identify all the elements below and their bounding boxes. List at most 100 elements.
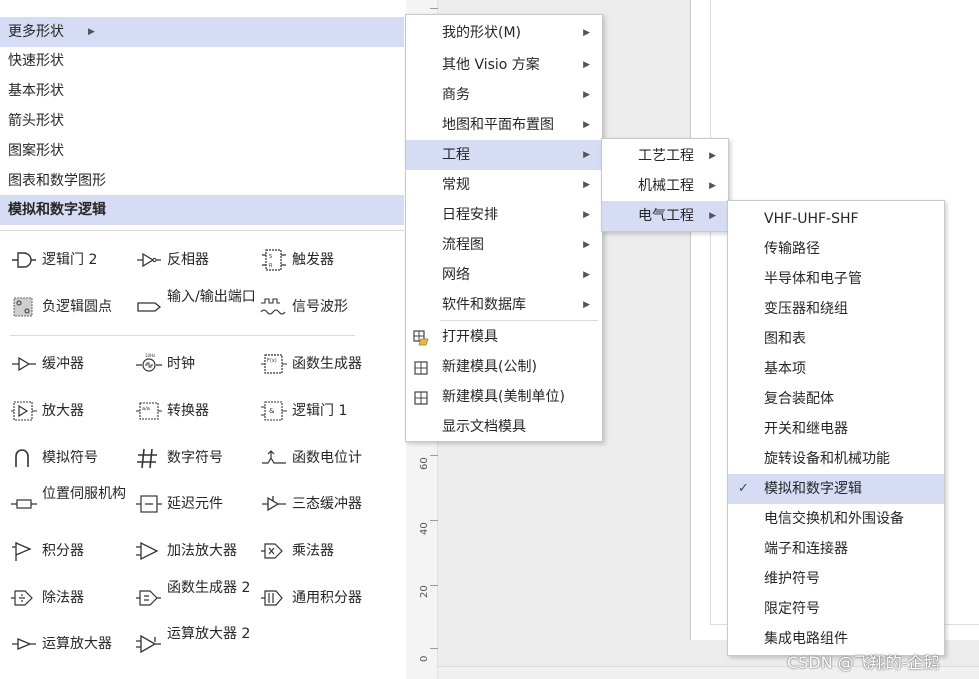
shape-converter[interactable]: a/a 转换器 bbox=[135, 392, 260, 432]
shape-op-amp-2[interactable]: 运算放大器 2 bbox=[135, 625, 260, 665]
new-stencil-icon bbox=[414, 391, 428, 405]
svg-text:S: S bbox=[269, 254, 272, 260]
menu-label: 图和表 bbox=[764, 331, 806, 347]
menu-item-telecom-switch[interactable]: 电信交换机和外围设备 bbox=[728, 504, 944, 534]
svg-text:a/a: a/a bbox=[142, 406, 150, 412]
shape-amplifier[interactable]: 放大器 bbox=[10, 392, 135, 432]
menu-item-vhf-uhf-shf[interactable]: VHF-UHF-SHF bbox=[728, 204, 944, 234]
category-more-shapes[interactable]: 更多形状 ▶ bbox=[0, 17, 404, 47]
shape-logic-gate-2[interactable]: 逻辑门 2 bbox=[10, 241, 135, 281]
menu-item-rotating-equipment[interactable]: 旋转设备和机械功能 bbox=[728, 444, 944, 474]
menu-item-process-engineering[interactable]: 工艺工程 ▶ bbox=[602, 141, 728, 171]
shape-integrator[interactable]: 积分器 bbox=[10, 532, 135, 572]
category-divider bbox=[0, 230, 404, 231]
shape-logic-gate-1[interactable]: & 逻辑门 1 bbox=[260, 392, 385, 432]
shape-io-port[interactable]: 输入/输出端口 bbox=[135, 288, 260, 328]
shape-delay-element[interactable]: 延迟元件 bbox=[135, 485, 260, 525]
shape-negative-logic-dot[interactable]: 负逻辑圆点 bbox=[10, 288, 135, 328]
checkmark-icon: ✓ bbox=[738, 481, 749, 496]
shape-flip-flop[interactable]: SR 触发器 bbox=[260, 241, 385, 281]
menu-item-maps-floorplans[interactable]: 地图和平面布置图 ▶ bbox=[406, 110, 602, 140]
analog-symbol-icon bbox=[15, 449, 29, 467]
menu-item-transformers-windings[interactable]: 变压器和绕组 bbox=[728, 294, 944, 324]
chevron-right-icon: ▶ bbox=[583, 300, 590, 310]
svg-text:R: R bbox=[269, 263, 273, 269]
menu-item-show-document-stencil[interactable]: 显示文档模具 bbox=[406, 412, 602, 442]
menu-label: 维护符号 bbox=[764, 571, 820, 587]
shape-label: 负逻辑圆点 bbox=[42, 299, 112, 315]
menu-item-network[interactable]: 网络 ▶ bbox=[406, 260, 602, 290]
menu-label: 工程 bbox=[442, 147, 470, 163]
menu-label: 我的形状(M) bbox=[442, 25, 522, 41]
category-charts-math[interactable]: 图表和数学图形 bbox=[0, 166, 404, 196]
shapes-pane: 更多形状 ▶ 快速形状 基本形状 箭头形状 图案形状 图表和数学图形 模拟和数字… bbox=[0, 0, 406, 679]
shape-op-amp[interactable]: 运算放大器 bbox=[10, 625, 135, 665]
logic-gate-1-icon: & bbox=[261, 401, 287, 421]
menu-item-electrical-engineering[interactable]: 电气工程 ▶ bbox=[602, 201, 728, 231]
menu-item-other-visio[interactable]: 其他 Visio 方案 ▶ bbox=[406, 50, 602, 80]
shape-general-integrator[interactable]: 通用积分器 bbox=[260, 579, 385, 619]
menu-item-general[interactable]: 常规 ▶ bbox=[406, 170, 602, 200]
shape-summing-amplifier[interactable]: 加法放大器 bbox=[135, 532, 260, 572]
menu-item-semiconductors-tubes[interactable]: 半导体和电子管 bbox=[728, 264, 944, 294]
chevron-right-icon: ▶ bbox=[583, 180, 590, 190]
shape-signal-waveform[interactable]: 信号波形 bbox=[260, 288, 385, 328]
category-analog-digital-logic[interactable]: 模拟和数字逻辑 bbox=[0, 195, 404, 225]
shape-label: 数字符号 bbox=[167, 450, 223, 466]
shape-divider[interactable]: 除法器 bbox=[10, 579, 135, 619]
shape-buffer[interactable]: 缓冲器 bbox=[10, 345, 135, 385]
category-basic-shapes[interactable]: 基本形状 bbox=[0, 76, 404, 106]
menu-item-qualifying-symbols[interactable]: 限定符号 bbox=[728, 594, 944, 624]
inverter-icon bbox=[137, 252, 161, 268]
shape-digital-symbol[interactable]: 数字符号 bbox=[135, 439, 260, 479]
shape-label: 三态缓冲器 bbox=[292, 496, 362, 512]
shape-inverter[interactable]: 反相器 bbox=[135, 241, 260, 281]
menu-item-new-stencil-us[interactable]: 新建模具(美制单位) bbox=[406, 382, 602, 412]
menu-item-schedule[interactable]: 日程安排 ▶ bbox=[406, 200, 602, 230]
shape-servo[interactable]: 位置伺服机构 bbox=[10, 485, 135, 525]
menu-item-new-stencil-metric[interactable]: 新建模具(公制) bbox=[406, 352, 602, 382]
logic-gate-icon bbox=[12, 252, 36, 268]
menu-item-analog-digital-logic[interactable]: ✓ 模拟和数字逻辑 bbox=[728, 474, 944, 504]
menu-item-mechanical-engineering[interactable]: 机械工程 ▶ bbox=[602, 171, 728, 201]
category-pattern-shapes[interactable]: 图案形状 bbox=[0, 136, 404, 166]
menu-item-engineering[interactable]: 工程 ▶ bbox=[406, 140, 602, 170]
op-amp-icon bbox=[12, 638, 36, 650]
menu-item-terminals-connectors[interactable]: 端子和连接器 bbox=[728, 534, 944, 564]
menu-item-fundamental-items[interactable]: 基本项 bbox=[728, 354, 944, 384]
shape-function-generator-2[interactable]: 函数生成器 2 bbox=[135, 579, 260, 619]
menu-item-flowchart[interactable]: 流程图 ▶ bbox=[406, 230, 602, 260]
menu-item-my-shapes[interactable]: 我的形状(M) ▶ bbox=[406, 18, 602, 48]
clock-icon: 10Hz bbox=[136, 353, 162, 372]
shape-potentiometer[interactable]: 函数电位计 bbox=[260, 439, 385, 479]
menu-item-business[interactable]: 商务 ▶ bbox=[406, 80, 602, 110]
general-integrator-icon bbox=[261, 590, 283, 606]
category-quick-shapes[interactable]: 快速形状 bbox=[0, 46, 404, 76]
menu-item-open-stencil[interactable]: 打开模具 bbox=[406, 322, 602, 352]
shape-analog-symbol[interactable]: 模拟符号 bbox=[10, 439, 135, 479]
category-label: 图表和数学图形 bbox=[8, 173, 106, 189]
shape-clock[interactable]: 10Hz 时钟 bbox=[135, 345, 260, 385]
menu-item-software-database[interactable]: 软件和数据库 ▶ bbox=[406, 290, 602, 320]
ruler-number: 0 bbox=[419, 655, 430, 662]
summing-amplifier-icon bbox=[136, 541, 159, 561]
chevron-right-icon: ▶ bbox=[88, 27, 95, 37]
shape-label: 通用积分器 bbox=[292, 590, 362, 606]
menu-label: 网络 bbox=[442, 267, 470, 283]
menu-item-composite-assemblies[interactable]: 复合装配体 bbox=[728, 384, 944, 414]
menu-item-switches-relays[interactable]: 开关和继电器 bbox=[728, 414, 944, 444]
shape-function-generator[interactable]: F(x) 函数生成器 bbox=[260, 345, 385, 385]
category-arrow-shapes[interactable]: 箭头形状 bbox=[0, 106, 404, 136]
menu-label: 半导体和电子管 bbox=[764, 271, 862, 287]
shape-multiplier[interactable]: 乘法器 bbox=[260, 532, 385, 572]
menu-item-maintenance-symbols[interactable]: 维护符号 bbox=[728, 564, 944, 594]
shape-label: 函数生成器 bbox=[292, 356, 362, 372]
menu-item-diagrams-tables[interactable]: 图和表 bbox=[728, 324, 944, 354]
shape-tristate-buffer[interactable]: 三态缓冲器 bbox=[260, 485, 385, 525]
menu-item-transmission-path[interactable]: 传输路径 bbox=[728, 234, 944, 264]
shape-label: 模拟符号 bbox=[42, 450, 98, 466]
menu-label: 其他 Visio 方案 bbox=[442, 57, 540, 73]
chevron-right-icon: ▶ bbox=[583, 150, 590, 160]
ruler-tick bbox=[430, 8, 438, 9]
category-label: 基本形状 bbox=[8, 83, 64, 99]
